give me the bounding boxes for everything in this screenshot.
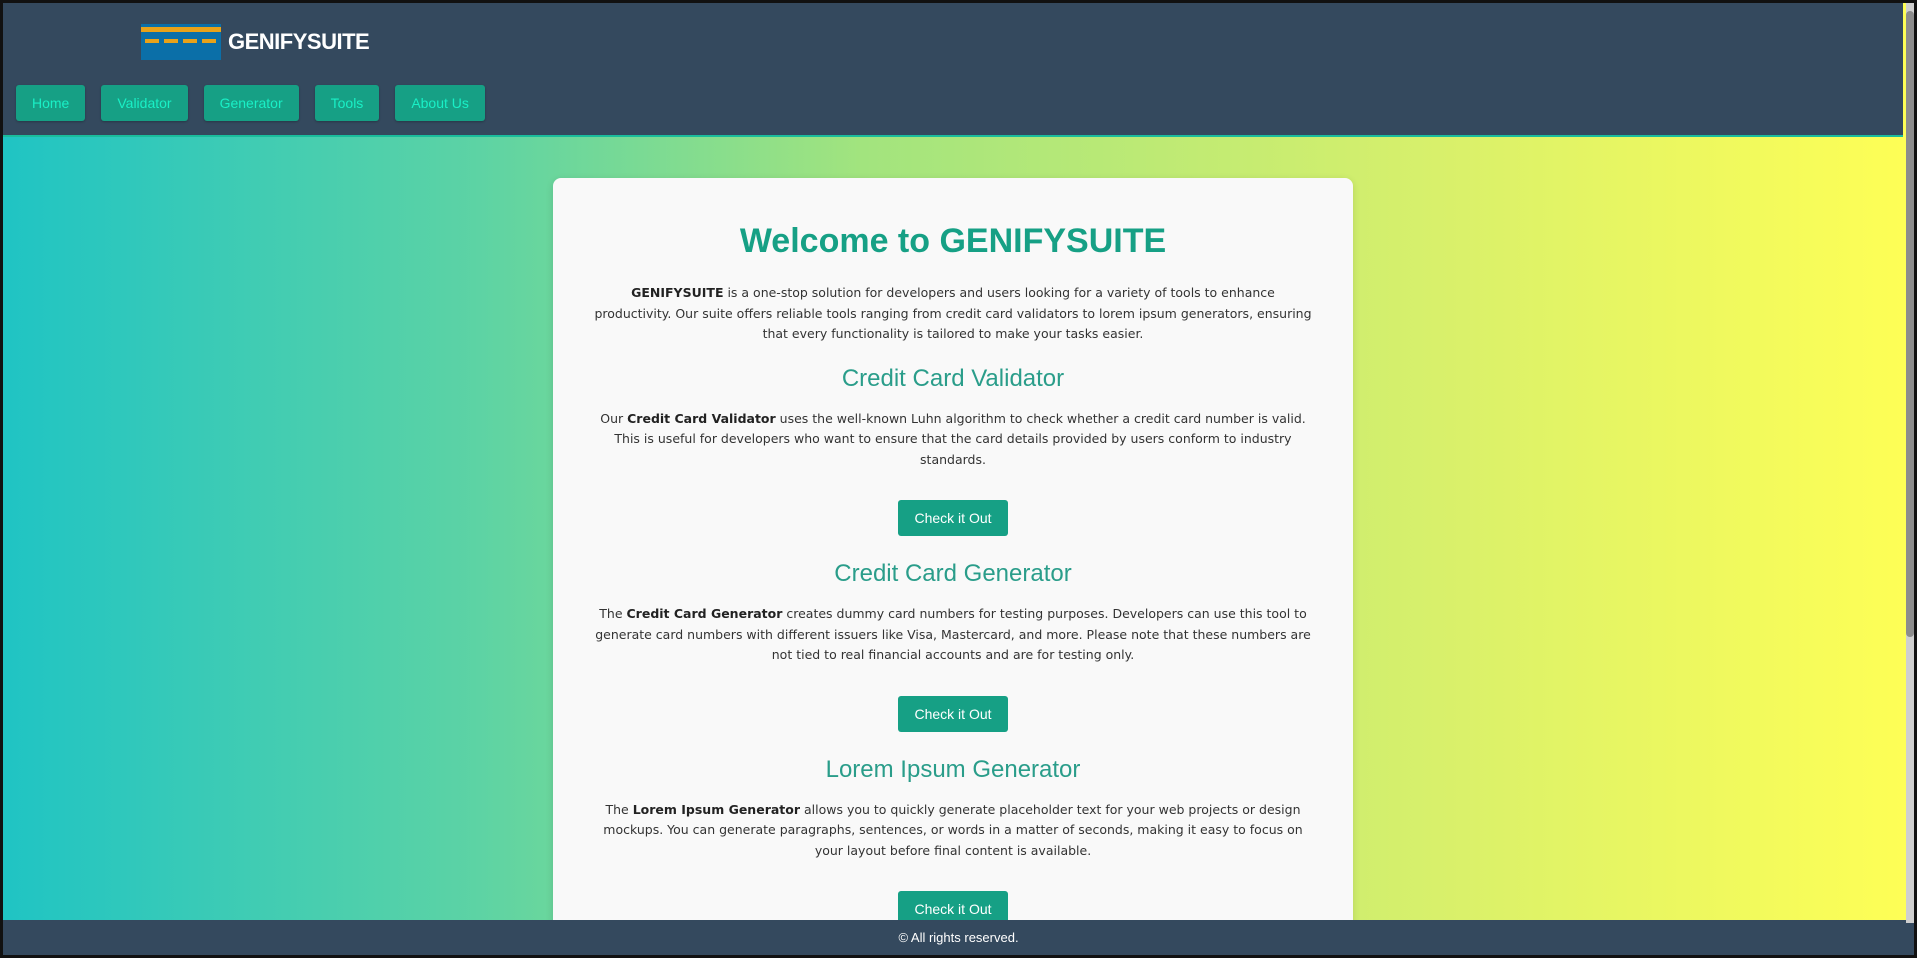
site-footer: © All rights reserved. — [3, 920, 1914, 955]
generator-strong: Credit Card Generator — [626, 606, 783, 621]
brand-name: GENIFYSUITE — [228, 29, 370, 54]
validator-pre: Our — [600, 410, 628, 426]
lorem-pre: The — [605, 801, 633, 817]
nav-tools-button[interactable]: Tools — [314, 85, 380, 121]
validator-description: Our Credit Card Validator uses the well-… — [593, 409, 1313, 471]
nav-validator-button[interactable]: Validator — [101, 85, 188, 121]
scrollbar-thumb[interactable] — [1906, 11, 1914, 637]
main-nav: Home Validator Generator Tools About Us — [16, 85, 501, 121]
credit-card-logo-icon — [141, 24, 221, 60]
intro-strong: GENIFYSUITE — [631, 285, 724, 300]
site-header: GENIFYSUITE Home Validator Generator Too… — [3, 3, 1903, 137]
generator-pre: The — [599, 606, 627, 621]
lorem-description: The Lorem Ipsum Generator allows you to … — [593, 800, 1313, 862]
validator-heading: Credit Card Validator — [841, 364, 1065, 392]
generator-description: The Credit Card Generator creates dummy … — [593, 604, 1313, 666]
logo-link[interactable]: GENIFYSUITE — [141, 24, 370, 60]
welcome-card: Welcome to GENIFYSUITE GENIFYSUITE is a … — [553, 178, 1353, 938]
nav-home-button[interactable]: Home — [16, 85, 86, 121]
validator-check-button[interactable]: Check it Out — [898, 500, 1008, 536]
nav-about-button[interactable]: About Us — [395, 85, 485, 121]
generator-check-button[interactable]: Check it Out — [898, 695, 1008, 732]
page-title: Welcome to GENIFYSUITE — [739, 222, 1167, 260]
lorem-strong: Lorem Ipsum Generator — [632, 801, 801, 817]
vertical-scrollbar[interactable] — [1906, 3, 1914, 923]
generator-heading: Credit Card Generator — [834, 560, 1072, 587]
lorem-heading: Lorem Ipsum Generator — [825, 755, 1081, 783]
nav-generator-button[interactable]: Generator — [203, 85, 299, 121]
copyright-text: © All rights reserved. — [898, 930, 1019, 945]
validator-strong: Credit Card Validator — [627, 410, 776, 426]
intro-paragraph: GENIFYSUITE is a one-stop solution for d… — [593, 283, 1313, 345]
